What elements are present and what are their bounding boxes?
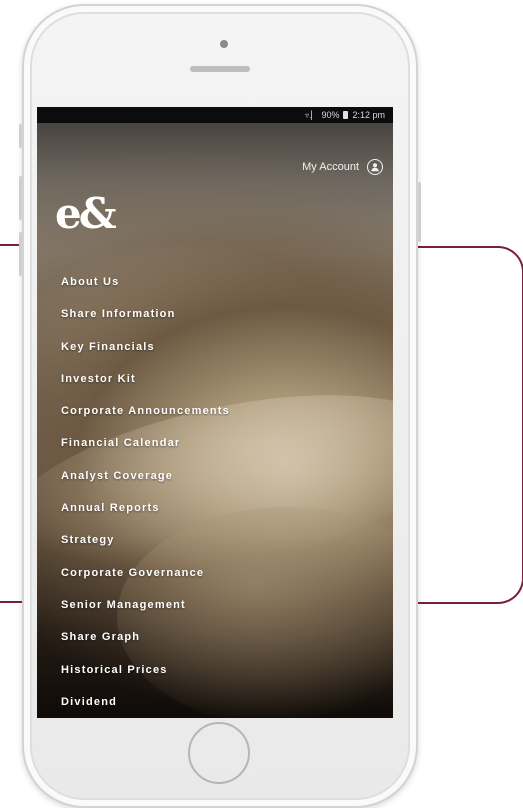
user-circle-icon (367, 159, 383, 175)
menu-item-strategy[interactable]: Strategy (61, 529, 230, 561)
menu-item-share-graph[interactable]: Share Graph (61, 626, 230, 658)
menu-item-corporate-announcements[interactable]: Corporate Announcements (61, 400, 230, 432)
menu-item-senior-management[interactable]: Senior Management (61, 594, 230, 626)
my-account-label: My Account (302, 161, 359, 173)
my-account-link[interactable]: My Account (302, 159, 383, 175)
menu-item-share-information[interactable]: Share Information (61, 303, 230, 335)
menu-item-annual-reports[interactable]: Annual Reports (61, 497, 230, 529)
menu-item-financial-calendar[interactable]: Financial Calendar (61, 432, 230, 464)
status-bar: ▿.▏ 90% 2:12 pm (37, 107, 393, 123)
volume-up-button (19, 176, 22, 220)
menu-item-historical-prices[interactable]: Historical Prices (61, 659, 230, 691)
front-camera (220, 40, 228, 48)
menu-item-corporate-governance[interactable]: Corporate Governance (61, 562, 230, 594)
battery-icon (343, 111, 349, 119)
side-menu: About Us Share Information Key Financial… (61, 271, 230, 718)
home-button[interactable] (188, 722, 250, 784)
menu-item-about-us[interactable]: About Us (61, 271, 230, 303)
menu-item-analyst-coverage[interactable]: Analyst Coverage (61, 465, 230, 497)
battery-percent: 90% (321, 110, 340, 120)
earpiece-speaker (190, 66, 250, 72)
signal-icon: ▿.▏ (305, 110, 318, 120)
mute-switch (19, 124, 22, 148)
menu-item-dividend[interactable]: Dividend (61, 691, 230, 718)
app-screen: ▿.▏ 90% 2:12 pm My Account e& About Us S… (37, 107, 393, 718)
brand-logo[interactable]: e& (55, 189, 117, 238)
volume-down-button (19, 232, 22, 276)
menu-item-investor-kit[interactable]: Investor Kit (61, 368, 230, 400)
power-button (418, 182, 421, 242)
status-time: 2:12 pm (352, 110, 385, 120)
menu-item-key-financials[interactable]: Key Financials (61, 336, 230, 368)
